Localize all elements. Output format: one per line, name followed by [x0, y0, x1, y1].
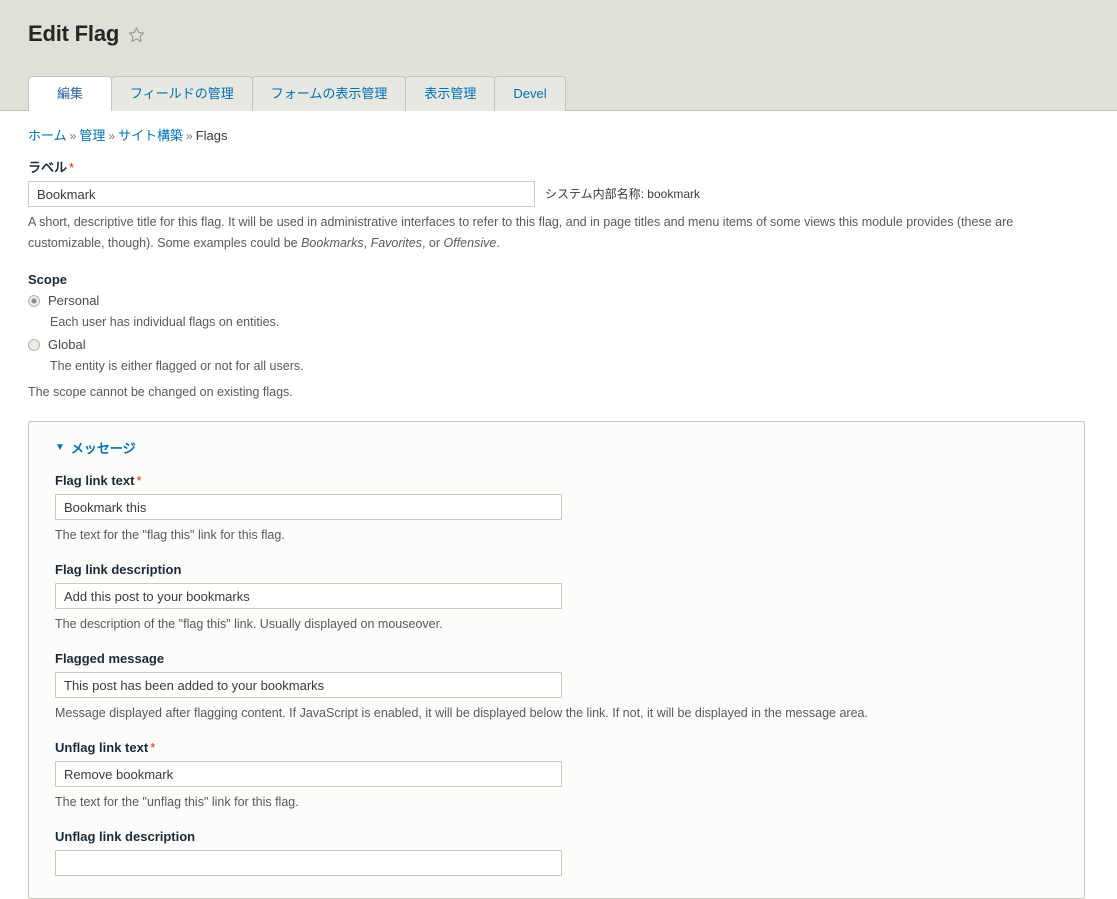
unflag-link-description-label: Unflag link description	[55, 829, 1058, 845]
unflag-link-text-description: The text for the "unflag this" link for …	[55, 795, 299, 809]
label-text: Unflag link description	[55, 829, 196, 844]
flag-link-text-input[interactable]	[55, 494, 562, 520]
machine-name-display: システム内部名称: bookmark	[545, 187, 700, 201]
label-form-item: ラベル* システム内部名称: bookmark A short, descrip…	[28, 160, 1089, 254]
flag-link-description-item: Flag link description The description of…	[55, 562, 1058, 635]
tab-label: Devel	[513, 86, 547, 101]
label-text: Flag link text	[55, 473, 135, 488]
flagged-message-description: Message displayed after flagging content…	[55, 706, 868, 720]
scope-global-description: The entity is either flagged or not for …	[50, 359, 304, 373]
star-outline-icon[interactable]	[128, 26, 145, 43]
required-asterisk: *	[136, 473, 142, 488]
description-separator-1: ,	[363, 236, 371, 250]
messages-fieldset: ▼ メッセージ Flag link text* The text for the…	[28, 421, 1085, 899]
main-content: ホーム»管理»サイト構築»Flags ラベル* システム内部名称: bookma…	[0, 111, 1117, 899]
breadcrumb-separator: »	[69, 129, 77, 143]
flag-link-description-label: Flag link description	[55, 562, 1058, 578]
flag-link-text-item: Flag link text* The text for the "flag t…	[55, 473, 1058, 546]
tab-edit[interactable]: 編集	[28, 76, 113, 111]
breadcrumb-item-admin[interactable]: 管理	[79, 128, 105, 143]
scope-title: Scope	[28, 272, 68, 287]
label-text: ラベル	[28, 160, 68, 175]
label-description: A short, descriptive title for this flag…	[28, 212, 1063, 254]
flag-link-text-label: Flag link text *	[55, 473, 1058, 489]
messages-fieldset-body: Flag link text* The text for the "flag t…	[29, 473, 1084, 876]
flag-link-description-input[interactable]	[55, 583, 562, 609]
tab-label: 編集	[57, 86, 84, 101]
scope-note: The scope cannot be changed on existing …	[28, 385, 293, 399]
description-part-1: A short, descriptive title for this flag…	[28, 215, 1014, 250]
tab-label: フォームの表示管理	[270, 86, 388, 101]
label-text: Flagged message	[55, 651, 165, 666]
label-text: Flag link description	[55, 562, 182, 577]
radio-global-icon[interactable]	[28, 339, 40, 351]
messages-fieldset-legend-label: メッセージ	[70, 441, 136, 456]
scope-section: Scope Personal Each user has individual …	[28, 272, 1089, 402]
description-emphasis-favorites: Favorites	[370, 236, 422, 250]
tab-manage-display[interactable]: 表示管理	[405, 76, 496, 111]
unflag-link-text-item: Unflag link text* The text for the "unfl…	[55, 740, 1058, 813]
label-text: Unflag link text	[55, 740, 149, 755]
unflag-link-text-label: Unflag link text *	[55, 740, 1058, 756]
primary-tabs: 編集 フィールドの管理 フォームの表示管理 表示管理 Devel	[0, 76, 566, 111]
flag-link-description-description: The description of the "flag this" link.…	[55, 617, 443, 631]
scope-personal-description: Each user has individual flags on entiti…	[50, 315, 280, 329]
breadcrumb-item-structure[interactable]: サイト構築	[118, 128, 183, 143]
breadcrumb-item-flags: Flags	[195, 128, 228, 143]
tab-label: 表示管理	[424, 86, 477, 101]
unflag-link-description-item: Unflag link description	[55, 829, 1058, 876]
flag-link-text-description: The text for the "flag this" link for th…	[55, 528, 285, 542]
label-input[interactable]	[28, 181, 535, 207]
description-emphasis-offensive: Offensive	[443, 236, 497, 250]
flagged-message-input[interactable]	[55, 672, 562, 698]
unflag-link-text-input[interactable]	[55, 761, 562, 787]
scope-option-personal[interactable]: Personal	[28, 292, 1089, 310]
label-input-row: システム内部名称: bookmark	[28, 181, 1089, 207]
scope-option-label: Personal	[48, 293, 100, 308]
radio-personal-icon[interactable]	[28, 295, 40, 307]
description-end: .	[496, 236, 500, 250]
description-separator-2: , or	[421, 236, 444, 250]
required-asterisk: *	[69, 160, 75, 175]
breadcrumb-item-home[interactable]: ホーム	[28, 128, 67, 143]
label-field-label: ラベル *	[28, 160, 1089, 176]
flagged-message-label: Flagged message	[55, 651, 1058, 667]
breadcrumb-separator: »	[108, 129, 116, 143]
flagged-message-item: Flagged message Message displayed after …	[55, 651, 1058, 724]
unflag-link-description-input[interactable]	[55, 850, 562, 876]
tab-label: フィールドの管理	[130, 86, 234, 101]
scope-option-global[interactable]: Global	[28, 336, 1089, 354]
page-title: Edit Flag	[28, 21, 120, 46]
scope-option-label: Global	[48, 337, 86, 352]
page-header: Edit Flag 編集 フィールドの管理 フォームの表示管理 表示管理 Dev…	[0, 0, 1117, 111]
messages-fieldset-toggle[interactable]: ▼ メッセージ	[29, 422, 1084, 457]
page-title-row: Edit Flag	[0, 0, 1117, 46]
tab-manage-fields[interactable]: フィールドの管理	[111, 76, 253, 111]
tab-devel[interactable]: Devel	[494, 76, 566, 111]
tab-manage-form-display[interactable]: フォームの表示管理	[251, 76, 407, 111]
chevron-down-icon: ▼	[55, 441, 65, 453]
required-asterisk: *	[150, 740, 156, 755]
breadcrumb-separator: »	[186, 129, 193, 143]
breadcrumb: ホーム» 管理» サイト構築» Flags	[28, 111, 1089, 144]
description-emphasis-bookmarks: Bookmarks	[301, 236, 364, 250]
